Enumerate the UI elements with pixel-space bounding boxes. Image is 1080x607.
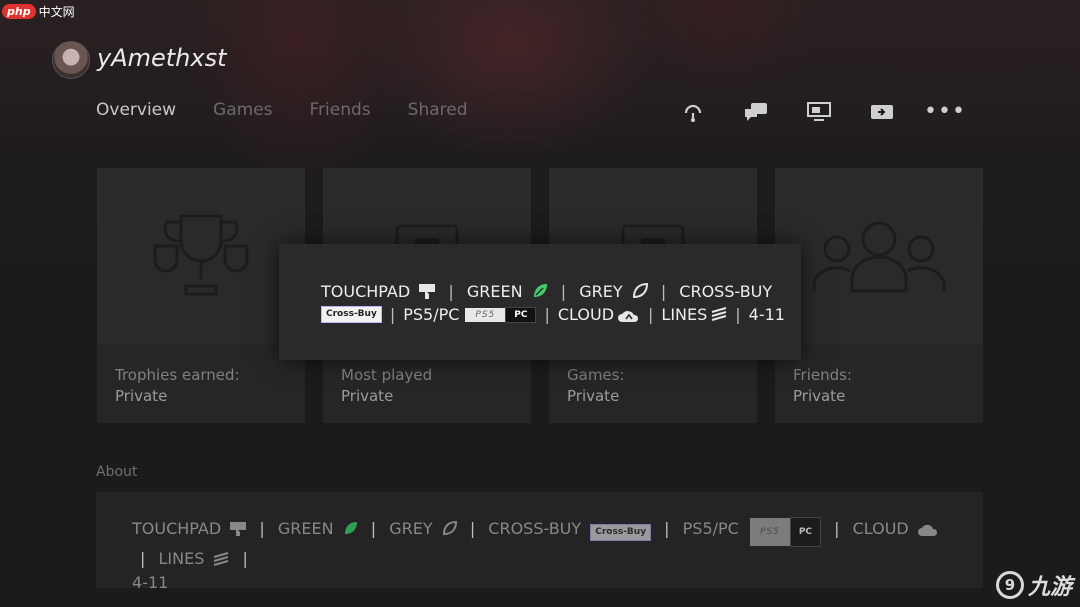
separator: |	[242, 549, 248, 568]
watermark-text: 中文网	[38, 4, 75, 19]
cloud-icon	[917, 524, 937, 536]
tile-value: Private	[115, 387, 168, 405]
info-popup[interactable]: TOUCHPAD | GREEN | GREY | CROSS-BUY Cros…	[279, 244, 801, 360]
grey-leaf-icon	[632, 283, 648, 299]
tile-value: Private	[567, 387, 620, 405]
separator: |	[140, 549, 146, 568]
ps5-pc-badge: PS5 PC	[749, 517, 822, 547]
about-heading: About	[96, 464, 138, 480]
touchpad-icon	[419, 284, 436, 299]
separator: |	[259, 519, 265, 538]
popup-green: GREEN	[466, 282, 523, 301]
tile-label: Games:	[567, 366, 625, 384]
pc-badge: PC	[505, 306, 537, 323]
tile-value: Private	[793, 387, 846, 405]
crossbuy-badge: Cross-Buy	[590, 524, 652, 541]
separator: |	[660, 282, 667, 301]
lines-icon	[214, 552, 229, 566]
green-leaf-icon	[344, 522, 357, 534]
popup-grey: GREY	[579, 282, 623, 301]
about-grey: GREY	[389, 519, 433, 538]
tile-label: Friends:	[793, 366, 852, 384]
separator: |	[664, 519, 670, 538]
watermark-9you: 9 九游	[995, 569, 1072, 601]
about-text: TOUCHPAD | GREEN | GREY | CROSS-BUY Cros…	[132, 517, 952, 595]
tile-art	[775, 168, 983, 344]
ps5-badge: PS5	[465, 307, 506, 322]
chat-icon[interactable]	[741, 99, 771, 125]
9you-logo-icon: 9	[995, 571, 1024, 599]
about-box[interactable]: TOUCHPAD | GREEN | GREY | CROSS-BUY Cros…	[96, 492, 983, 592]
tile-label: Trophies earned:	[115, 366, 240, 384]
profile-tabs: Overview Games Friends Shared	[96, 100, 505, 120]
friends-icon	[812, 221, 946, 293]
separator: |	[560, 282, 567, 301]
ps5-pc-badge: PS5 PC	[465, 306, 537, 323]
about-range: 4-11	[132, 573, 169, 592]
about-ps5pc: PS5/PC	[682, 519, 739, 538]
about-crossbuy: CROSS-BUY	[488, 519, 582, 538]
trophy-icon	[153, 214, 249, 296]
separator: |	[370, 519, 377, 538]
crossbuy-badge: Cross-Buy	[321, 306, 382, 323]
tab-friends[interactable]: Friends	[310, 100, 371, 120]
popup-line-1: TOUCHPAD | GREEN | GREY | CROSS-BUY	[321, 282, 772, 301]
cloud-icon	[618, 310, 639, 322]
watermark-badge: php	[2, 3, 36, 19]
popup-cloud: CLOUD	[557, 305, 615, 324]
tile-value: Private	[341, 387, 394, 405]
tile-art	[97, 168, 305, 344]
remote-play-icon[interactable]	[867, 99, 897, 125]
separator: |	[448, 282, 454, 301]
trophies-tile[interactable]: Trophies earned: Private	[97, 168, 305, 423]
watermark-9you-text: 九游	[1027, 575, 1072, 600]
about-lines: LINES	[158, 549, 205, 568]
separator: |	[469, 519, 476, 538]
separator: |	[648, 305, 654, 324]
profile-username: yAmethxst	[97, 44, 227, 72]
profile-toolbar: •••	[678, 99, 965, 125]
ps5-badge: PS5	[749, 518, 790, 546]
about-cloud: CLOUD	[852, 519, 909, 538]
about-touchpad: TOUCHPAD	[132, 519, 222, 538]
watermark-php: php 中文网	[0, 0, 75, 22]
tile-label: Most played	[341, 366, 433, 384]
friends-tile[interactable]: Friends: Private	[775, 168, 983, 423]
popup-crossbuy: CROSS-BUY	[679, 282, 773, 301]
tab-shared[interactable]: Shared	[408, 100, 468, 120]
avatar[interactable]	[52, 41, 90, 79]
green-leaf-icon	[533, 284, 547, 297]
separator: |	[544, 305, 550, 324]
touchpad-icon	[230, 522, 247, 536]
popup-touchpad: TOUCHPAD	[321, 282, 411, 301]
tab-games[interactable]: Games	[213, 100, 272, 120]
popup-range: 4-11	[748, 305, 785, 324]
about-green: GREEN	[277, 519, 334, 538]
share-screen-icon[interactable]	[804, 99, 834, 125]
separator: |	[389, 305, 396, 324]
separator: |	[834, 519, 840, 538]
popup-line-2: Cross-Buy | PS5/PC PS5 PC | CLOUD | LINES…	[321, 305, 785, 324]
lines-icon	[712, 307, 727, 321]
tab-overview[interactable]: Overview	[96, 100, 176, 120]
headset-icon[interactable]	[678, 99, 708, 125]
more-icon[interactable]: •••	[924, 99, 965, 125]
popup-ps5pc: PS5/PC	[403, 305, 460, 324]
pc-badge: PC	[789, 517, 822, 547]
popup-lines: LINES	[661, 305, 708, 324]
separator: |	[735, 305, 741, 324]
grey-leaf-icon	[442, 521, 457, 536]
